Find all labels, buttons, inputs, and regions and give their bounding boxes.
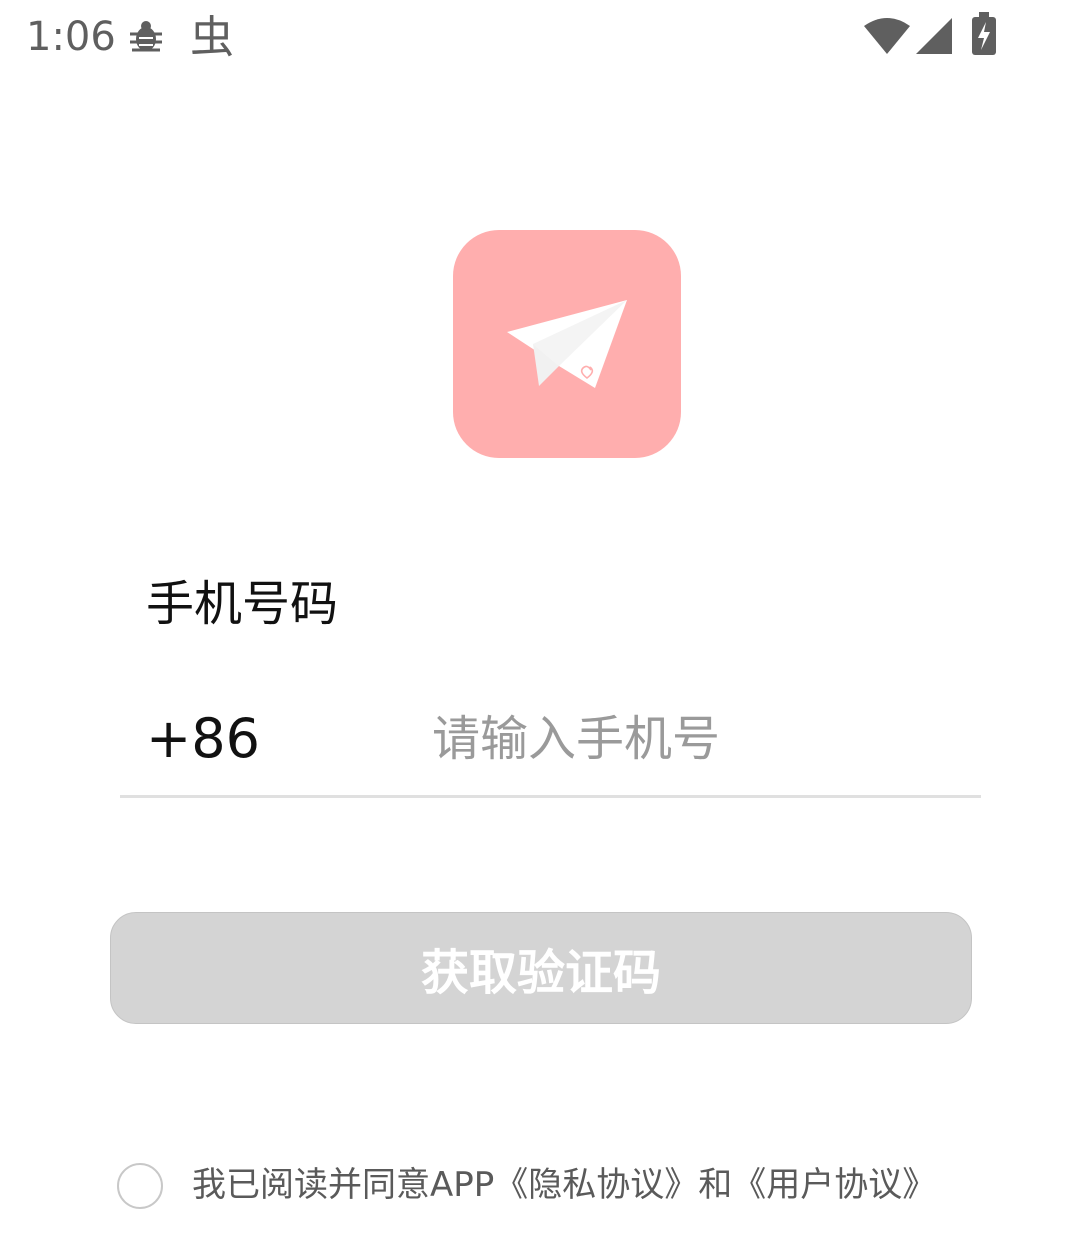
agreement-connector: 和 xyxy=(698,1165,733,1205)
get-code-button[interactable]: 获取验证码 xyxy=(110,912,972,1024)
agreement-prefix: 我已阅读并同意APP xyxy=(192,1165,495,1205)
app-logo xyxy=(453,230,681,458)
country-code[interactable]: +86 xyxy=(146,706,260,772)
phone-input[interactable] xyxy=(432,700,972,778)
battery-charging-icon xyxy=(972,12,996,55)
agreement-checkbox[interactable] xyxy=(117,1163,163,1209)
status-time: 1:06 xyxy=(26,14,116,60)
login-screen: 1:06 虫 手机号码 +86 请输入手机号 获取验证码 我已阅读并同意APP《… xyxy=(0,0,1080,1243)
bug-icon xyxy=(130,21,162,52)
paper-plane-icon xyxy=(507,300,627,388)
input-underline xyxy=(120,795,981,798)
privacy-policy-link[interactable]: 《隐私协议》 xyxy=(494,1165,698,1205)
status-bar: 1:06 虫 xyxy=(0,0,1080,80)
agreement-text: 我已阅读并同意APP《隐私协议》和《用户协议》 xyxy=(192,1162,936,1208)
user-agreement-link[interactable]: 《用户协议》 xyxy=(732,1165,936,1205)
phone-label: 手机号码 xyxy=(146,576,339,632)
signal-icon xyxy=(916,18,952,54)
wifi-icon xyxy=(864,18,910,54)
cn-app-icon: 虫 xyxy=(190,12,234,63)
